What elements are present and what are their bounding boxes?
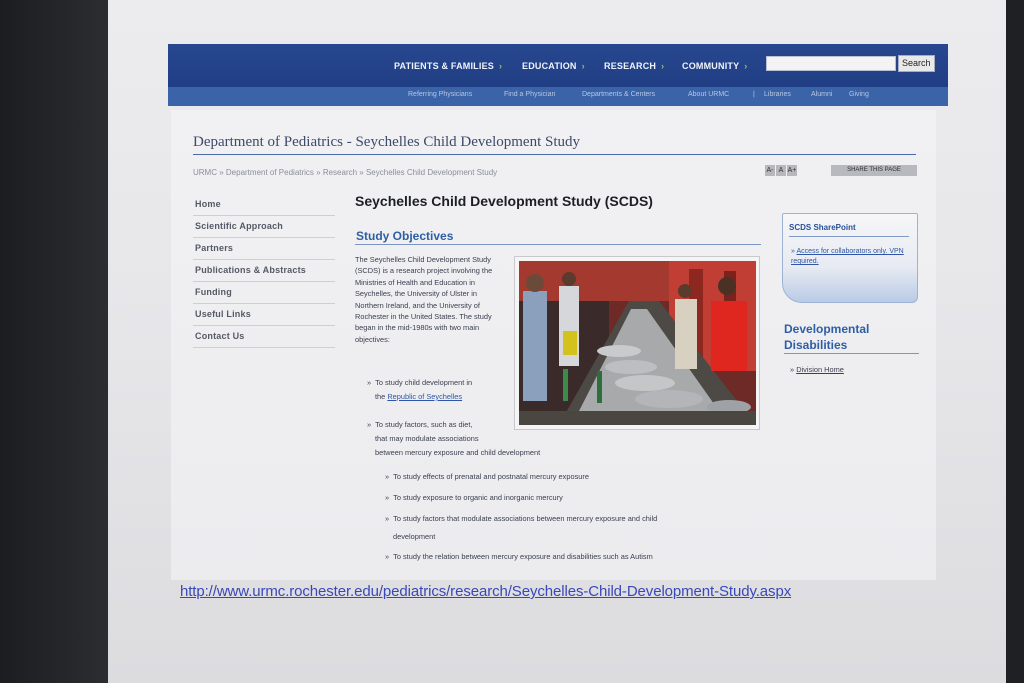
department-title: Department of Pediatrics - Seychelles Ch… [193, 134, 580, 150]
page-title: Seychelles Child Development Study (SCDS… [355, 193, 653, 209]
text-size-decrease-button[interactable]: A- [765, 165, 775, 176]
chevron-right-icon: › [498, 61, 503, 71]
sub-objective-bullet: » To study exposure to organic and inorga… [385, 493, 563, 502]
breadcrumb[interactable]: URMC » Department of Pediatrics » Resear… [193, 168, 497, 177]
room-wall-left [0, 0, 108, 683]
secondary-navigation-bar: Referring Physicians Find a Physician De… [168, 87, 948, 106]
sharepoint-divider [789, 236, 909, 237]
subnav-giving[interactable]: Giving [849, 91, 869, 98]
bullet-icon: » [791, 248, 795, 255]
subnav-about-urmc[interactable]: About URMC [688, 91, 729, 98]
sidebar-item-useful-links[interactable]: Useful Links [193, 304, 335, 326]
bullet-icon: » [385, 472, 390, 481]
sub-objective-bullet: » To study factors that modulate associat… [385, 514, 658, 523]
sub-objective-bullet: » To study the relation between mercury e… [385, 552, 653, 561]
bullet-icon: » [385, 493, 390, 502]
chevron-right-icon: › [581, 61, 585, 71]
sub-objective-bullet: » To study effects of prenatal and postna… [385, 472, 589, 481]
page-url-link[interactable]: http://www.urmc.rochester.edu/pediatrics… [180, 583, 791, 600]
chevron-right-icon: › [744, 61, 748, 71]
title-divider [193, 154, 916, 155]
developmental-disabilities-divider [784, 353, 919, 354]
objective-bullet-line: between mercury exposure and child devel… [375, 448, 541, 457]
top-navigation-bar: PATIENTS & FAMILIES › EDUCATION › RESEARCH… [168, 44, 948, 87]
objective-bullet: » To study child development in [367, 378, 473, 387]
sidebar-item-funding[interactable]: Funding [193, 282, 335, 304]
side-navigation: Home Scientific Approach Partners Public… [193, 194, 335, 348]
subnav-alumni[interactable]: Alumni [811, 91, 832, 98]
developmental-disabilities-heading: Developmental Disabilities [784, 322, 870, 352]
search-button[interactable]: Search [898, 55, 935, 72]
text-size-normal-button[interactable]: A [776, 165, 786, 176]
nav-item-research[interactable]: RESEARCH › [604, 61, 664, 71]
subnav-departments-centers[interactable]: Departments & Centers [582, 91, 655, 98]
room-wall-right [1006, 0, 1024, 683]
page-content: Department of Pediatrics - Seychelles Ch… [171, 110, 936, 580]
sharepoint-access-link[interactable]: » Access for collaborators only. VPN req… [791, 247, 905, 267]
section-heading: Study Objectives [356, 229, 454, 243]
objective-bullet-line: the Republic of Seychelles [375, 392, 463, 401]
chevron-right-icon: › [661, 61, 665, 71]
bullet-icon: » [385, 514, 390, 523]
sharepoint-title: SCDS SharePoint [789, 223, 856, 232]
subnav-referring-physicians[interactable]: Referring Physicians [408, 91, 472, 98]
bullet-icon: » [385, 552, 390, 561]
nav-item-education[interactable]: EDUCATION › [522, 61, 585, 71]
nav-item-community[interactable]: COMMUNITY › [682, 61, 748, 71]
intro-paragraph: The Seychelles Child Development Study (… [355, 255, 493, 344]
sidebar-item-contact-us[interactable]: Contact Us [193, 326, 335, 348]
projected-screen: PATIENTS & FAMILIES › EDUCATION › RESEARCH… [108, 0, 1006, 683]
sub-objective-bullet-line: development [393, 532, 436, 541]
sidebar-item-publications[interactable]: Publications & Abstracts [193, 260, 335, 282]
search-input[interactable] [766, 56, 896, 71]
text-size-increase-button[interactable]: A+ [787, 165, 797, 176]
subnav-find-a-physician[interactable]: Find a Physician [504, 91, 555, 98]
market-photo-frame [514, 256, 760, 430]
republic-of-seychelles-link[interactable]: Republic of Seychelles [387, 392, 462, 401]
nav-item-patients-families[interactable]: PATIENTS & FAMILIES › [394, 61, 502, 71]
share-this-page-button[interactable]: SHARE THIS PAGE [831, 165, 917, 176]
objective-bullet: » To study factors, such as diet, [367, 420, 473, 429]
bullet-icon: » [790, 365, 795, 374]
division-home-link[interactable]: » Division Home [790, 365, 844, 374]
objective-bullet-line: that may modulate associations [375, 434, 479, 443]
sidebar-item-partners[interactable]: Partners [193, 238, 335, 260]
bullet-icon: » [367, 420, 372, 429]
section-divider [355, 244, 761, 245]
subnav-libraries[interactable]: Libraries [764, 91, 791, 98]
bullet-icon: » [367, 378, 372, 387]
sidebar-item-scientific-approach[interactable]: Scientific Approach [193, 216, 335, 238]
text-size-controls: A- A A+ [765, 165, 798, 176]
sharepoint-panel: SCDS SharePoint » Access for collaborato… [782, 213, 918, 303]
subnav-divider: | [753, 91, 755, 98]
sidebar-item-home[interactable]: Home [193, 194, 335, 216]
fish-market-photo [519, 261, 756, 425]
